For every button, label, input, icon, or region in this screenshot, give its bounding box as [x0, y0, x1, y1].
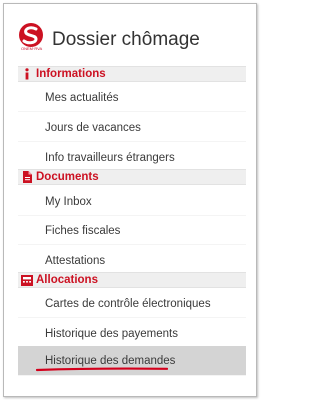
sidebar-panel: ONEM·RVA Dossier chômage Informations Me…: [3, 3, 257, 397]
section-label: Documents: [36, 171, 99, 183]
sidebar-item-historique-des-payements[interactable]: Historique des payements: [18, 320, 246, 348]
logo-caption: ONEM·RVA: [21, 46, 43, 51]
info-icon: [18, 68, 36, 80]
sidebar-item-cartes-de-controle[interactable]: Cartes de contrôle électroniques: [18, 290, 246, 318]
sidebar-item-mes-actualites[interactable]: Mes actualités: [18, 84, 246, 112]
calculator-icon: [18, 274, 36, 286]
section-label: Informations: [36, 68, 106, 80]
highlight-underline: [36, 367, 168, 372]
sidebar-item-jours-de-vacances[interactable]: Jours de vacances: [18, 114, 246, 142]
section-header-informations[interactable]: Informations: [18, 66, 246, 82]
sidebar-item-info-travailleurs-etrangers[interactable]: Info travailleurs étrangers: [18, 144, 246, 172]
section-header-documents[interactable]: Documents: [18, 169, 246, 185]
sidebar-item-fiches-fiscales[interactable]: Fiches fiscales: [18, 217, 246, 245]
header: ONEM·RVA Dossier chômage: [4, 4, 256, 64]
sidebar-item-attestations[interactable]: Attestations: [18, 247, 246, 275]
section-label: Allocations: [36, 274, 98, 286]
sidebar-item-my-inbox[interactable]: My Inbox: [18, 188, 246, 216]
document-icon: [18, 171, 36, 183]
section-header-allocations[interactable]: Allocations: [18, 272, 246, 288]
page-title: Dossier chômage: [52, 29, 200, 50]
